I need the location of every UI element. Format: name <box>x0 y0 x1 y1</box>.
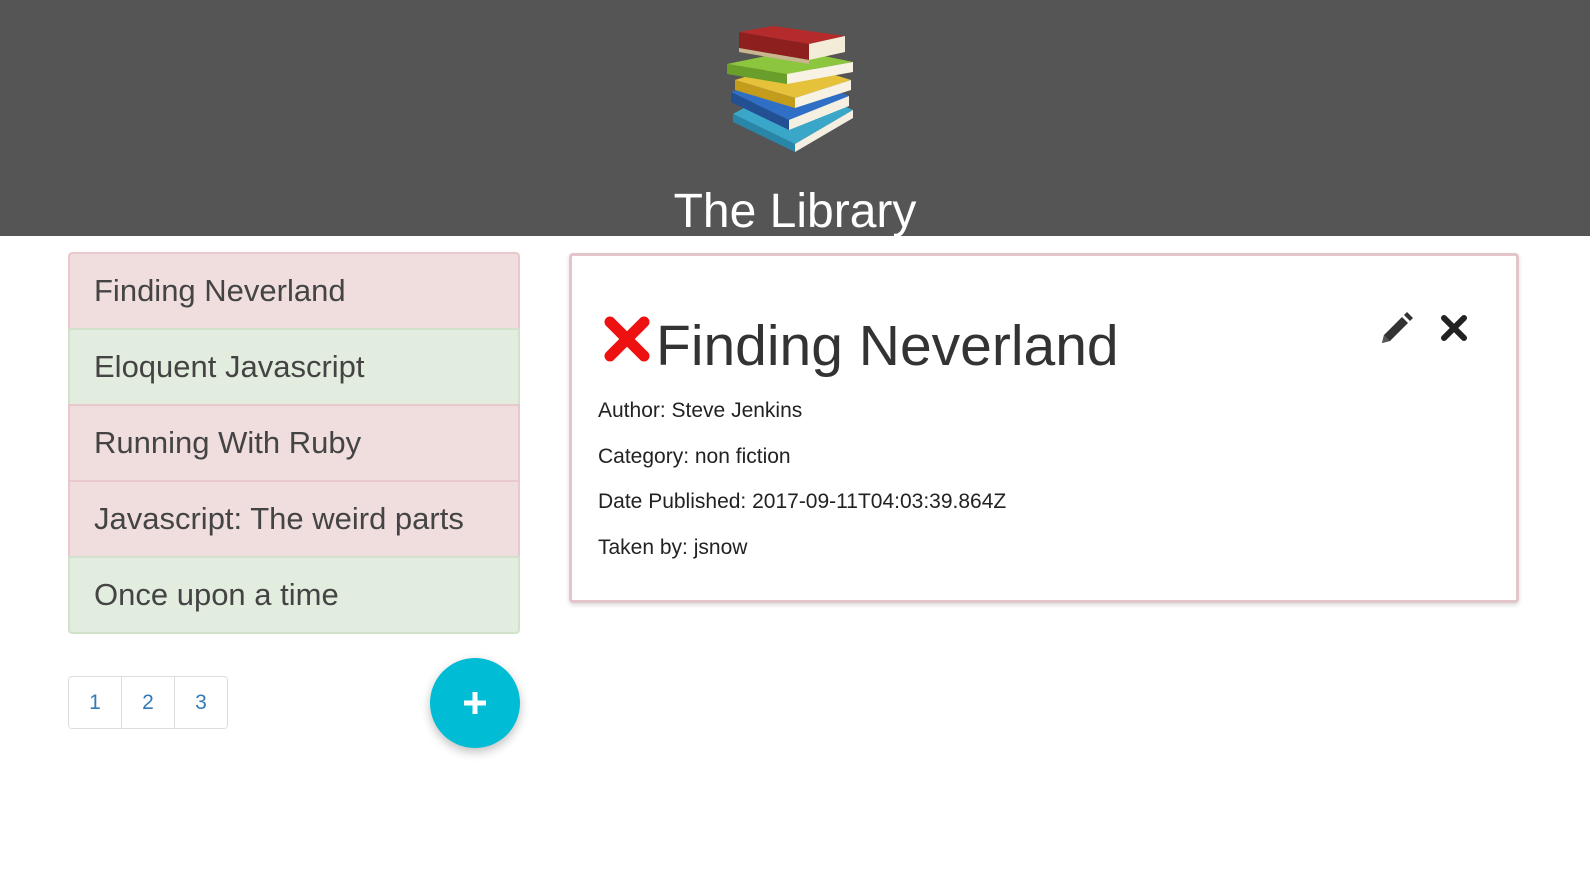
book-list-item[interactable]: Once upon a time <box>68 556 520 634</box>
book-author: Author: Steve Jenkins <box>598 399 803 422</box>
pencil-icon[interactable] <box>1378 311 1414 347</box>
plus-icon <box>464 692 486 714</box>
book-list-item[interactable]: Javascript: The weird parts <box>68 480 520 558</box>
page-link-2[interactable]: 2 <box>121 677 174 728</box>
page-link-1[interactable]: 1 <box>69 677 121 728</box>
book-list-item[interactable]: Finding Neverland <box>68 252 520 330</box>
book-list-item[interactable]: Eloquent Javascript <box>68 328 520 406</box>
book-date-published: Date Published: 2017-09-11T04:03:39.864Z <box>598 490 1007 513</box>
book-title: Finding Neverland <box>656 314 1119 378</box>
close-icon[interactable] <box>1439 313 1469 343</box>
app-header: The Library <box>0 0 1590 236</box>
pagination: 1 2 3 <box>68 676 228 729</box>
add-book-button[interactable] <box>430 658 520 748</box>
page-link-3[interactable]: 3 <box>174 677 227 728</box>
book-taken-by: Taken by: jsnow <box>598 536 748 559</box>
book-category: Category: non fiction <box>598 445 791 468</box>
book-list-item[interactable]: Running With Ruby <box>68 404 520 482</box>
book-stack-icon <box>727 26 853 152</box>
red-x-icon <box>604 316 650 362</box>
book-detail-card: Finding Neverland Author: Steve Jenkins … <box>569 253 1519 603</box>
app-title: The Library <box>673 185 917 236</box>
book-list: Finding Neverland Eloquent Javascript Ru… <box>68 252 520 634</box>
